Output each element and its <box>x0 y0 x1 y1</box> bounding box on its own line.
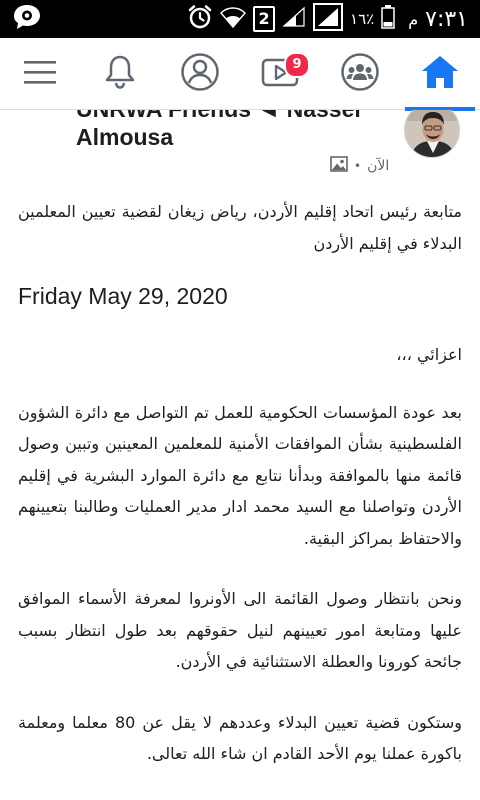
bell-icon <box>103 54 137 94</box>
navigation-bar: 9 <box>0 38 480 111</box>
menu-icon <box>23 58 57 90</box>
post-author-name[interactable]: Almousa <box>76 124 173 151</box>
avatar[interactable] <box>404 110 460 158</box>
groups-tab[interactable] <box>320 38 400 110</box>
watch-tab[interactable]: 9 <box>240 38 320 110</box>
post-intro: متابعة رئيس اتحاد إقليم الأردن، رياض زيغ… <box>18 202 462 253</box>
battery-percent: ١٦٪ <box>350 10 375 28</box>
profile-icon <box>180 52 220 96</box>
home-icon <box>420 53 460 95</box>
signal-icon <box>282 6 306 32</box>
status-bar: 2 ١٦٪ م ٧:٣١ <box>0 0 480 38</box>
watch-notification-badge: 9 <box>284 52 310 78</box>
post-date: Friday May 29, 2020 <box>18 283 228 309</box>
notifications-tab[interactable] <box>80 38 160 110</box>
meta-separator: • <box>354 159 362 173</box>
post-header: UNRWA Friends ◄ Nasser Almousa • الآن <box>0 110 480 190</box>
battery-icon <box>381 5 395 33</box>
facebook-messenger-icon <box>12 3 42 35</box>
post-body: متابعة رئيس اتحاد إقليم الأردن، رياض زيغ… <box>18 196 462 770</box>
photo-icon <box>330 156 348 176</box>
home-tab[interactable] <box>400 38 480 111</box>
alarm-icon <box>187 4 213 34</box>
profile-tab[interactable] <box>160 38 240 110</box>
post-paragraph-2: ونحن بانتظار وصول القائمة الى الأونروا ل… <box>18 589 462 671</box>
post-paragraph-1: بعد عودة المؤسسات الحكومية للعمل تم التو… <box>18 402 462 548</box>
signal-icon-secondary <box>313 3 344 35</box>
menu-tab[interactable] <box>0 38 80 110</box>
wifi-icon <box>220 5 246 33</box>
clock: ٧:٣١ <box>425 6 468 32</box>
post-meta: • الآن <box>330 156 389 176</box>
time-ampm: م <box>408 9 419 29</box>
post-author-group[interactable]: UNRWA Friends ◄ Nasser <box>76 110 363 123</box>
post-paragraph-3: وستكون قضية تعيين البدلاء وعددهم لا يقل … <box>18 712 463 764</box>
post-timestamp[interactable]: الآن <box>367 158 389 174</box>
sim-2-icon: 2 <box>253 6 276 32</box>
groups-icon <box>340 52 380 96</box>
post-greeting: اعزائي ،،، <box>396 345 462 364</box>
